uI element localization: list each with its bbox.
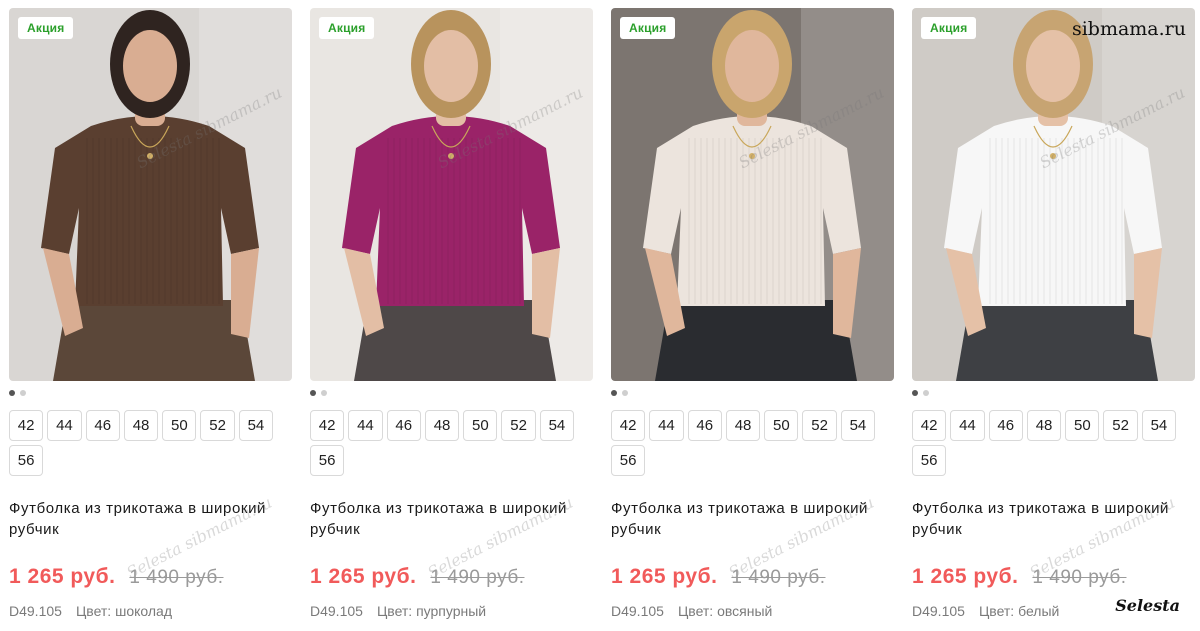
size-button[interactable]: 50 [463,410,498,441]
product-card[interactable]: Selesta sibmama.ru Акция 42 44 46 48 50 52 54 56 Ф… [912,8,1195,628]
price-block: 1 265 руб. 1 490 руб. [9,565,292,593]
product-grid: Selesta sibmama.ru Акция 42 44 46 48 50 52 54 56 Ф… [9,8,1195,628]
product-card[interactable]: Selesta sibmama.ru Акция 42 44 46 48 50 52 54 56 Ф… [611,8,894,628]
product-meta: D49.105 Цвет: шоколад [9,603,292,619]
model-image [611,8,894,381]
product-photo[interactable]: Selesta sibmama.ru Акция [9,8,292,381]
size-button[interactable]: 44 [348,410,383,441]
product-photo[interactable]: Selesta sibmama.ru Акция [310,8,593,381]
image-carousel-dots [611,390,628,398]
size-button[interactable]: 56 [9,445,44,476]
size-button[interactable]: 52 [1103,410,1138,441]
carousel-dot[interactable] [20,390,26,396]
promo-badge: Акция [319,17,375,39]
size-selector: 42 44 46 48 50 52 54 56 [9,410,292,476]
promo-badge: Акция [620,17,676,39]
carousel-dot[interactable] [611,390,617,396]
size-button[interactable]: 46 [687,410,722,441]
price-block: 1 265 руб. 1 490 руб. [912,565,1195,593]
old-price: 1 490 руб. [731,567,826,588]
image-carousel-dots [912,390,929,398]
carousel-dot[interactable] [923,390,929,396]
size-button[interactable]: 50 [764,410,799,441]
product-meta: D49.105 Цвет: белый [912,603,1195,619]
size-button[interactable]: 52 [501,410,536,441]
size-button[interactable]: 44 [950,410,985,441]
price-block: 1 265 руб. 1 490 руб. [310,565,593,593]
product-photo[interactable]: Selesta sibmama.ru Акция [611,8,894,381]
product-sku: D49.105 [912,603,965,619]
size-button[interactable]: 54 [238,410,274,441]
size-button[interactable]: 46 [386,410,421,441]
size-button[interactable]: 44 [649,410,684,441]
size-button[interactable]: 42 [912,410,947,441]
product-color: Цвет: шоколад [75,603,172,619]
size-button[interactable]: 52 [802,410,837,441]
product-title[interactable]: Футболка из трикотажа в широкий рубчик [912,498,1195,540]
size-button[interactable]: 54 [539,410,575,441]
sale-price: 1 265 руб. [310,565,417,588]
carousel-dot[interactable] [622,390,628,396]
size-button[interactable]: 46 [988,410,1023,441]
size-button[interactable]: 56 [611,445,646,476]
size-button[interactable]: 46 [85,410,120,441]
size-button[interactable]: 48 [1026,410,1062,441]
size-selector: 42 44 46 48 50 52 54 56 [611,410,894,476]
carousel-dot[interactable] [9,390,15,396]
image-carousel-dots [9,390,26,398]
product-meta: D49.105 Цвет: пурпурный [310,603,593,619]
promo-badge: Акция [921,17,977,39]
product-title[interactable]: Футболка из трикотажа в широкий рубчик [310,498,593,540]
size-button[interactable]: 54 [840,410,876,441]
size-button[interactable]: 48 [725,410,761,441]
size-button[interactable]: 54 [1141,410,1177,441]
size-button[interactable]: 56 [912,445,947,476]
carousel-dot[interactable] [321,390,327,396]
sale-price: 1 265 руб. [912,565,1019,588]
size-button[interactable]: 52 [200,410,235,441]
model-image [310,8,593,381]
size-button[interactable]: 50 [1065,410,1100,441]
size-button[interactable]: 42 [9,410,44,441]
old-price: 1 490 руб. [129,567,224,588]
model-image [912,8,1195,381]
carousel-dot[interactable] [310,390,316,396]
carousel-dot[interactable] [912,390,918,396]
image-carousel-dots [310,390,327,398]
model-image [9,8,292,381]
old-price: 1 490 руб. [1032,567,1127,588]
product-meta: D49.105 Цвет: овсяный [611,603,894,619]
size-selector: 42 44 46 48 50 52 54 56 [912,410,1195,476]
price-block: 1 265 руб. 1 490 руб. [611,565,894,593]
size-button[interactable]: 48 [424,410,460,441]
size-button[interactable]: 50 [162,410,197,441]
product-color: Цвет: овсяный [677,603,773,619]
product-card[interactable]: Selesta sibmama.ru Акция 42 44 46 48 50 52 54 56 Ф… [9,8,292,628]
product-sku: D49.105 [611,603,664,619]
old-price: 1 490 руб. [430,567,525,588]
product-sku: D49.105 [310,603,363,619]
size-button[interactable]: 56 [310,445,345,476]
promo-badge: Акция [18,17,74,39]
product-title[interactable]: Футболка из трикотажа в широкий рубчик [9,498,292,540]
sale-price: 1 265 руб. [9,565,116,588]
product-title[interactable]: Футболка из трикотажа в широкий рубчик [611,498,894,540]
product-color: Цвет: белый [978,603,1060,619]
product-photo[interactable]: Selesta sibmama.ru Акция [912,8,1195,381]
size-button[interactable]: 48 [123,410,159,441]
product-card[interactable]: Selesta sibmama.ru Акция 42 44 46 48 50 52 54 56 Ф… [310,8,593,628]
size-button[interactable]: 44 [47,410,82,441]
product-color: Цвет: пурпурный [376,603,487,619]
sale-price: 1 265 руб. [611,565,718,588]
size-button[interactable]: 42 [310,410,345,441]
size-button[interactable]: 42 [611,410,646,441]
product-sku: D49.105 [9,603,62,619]
size-selector: 42 44 46 48 50 52 54 56 [310,410,593,476]
